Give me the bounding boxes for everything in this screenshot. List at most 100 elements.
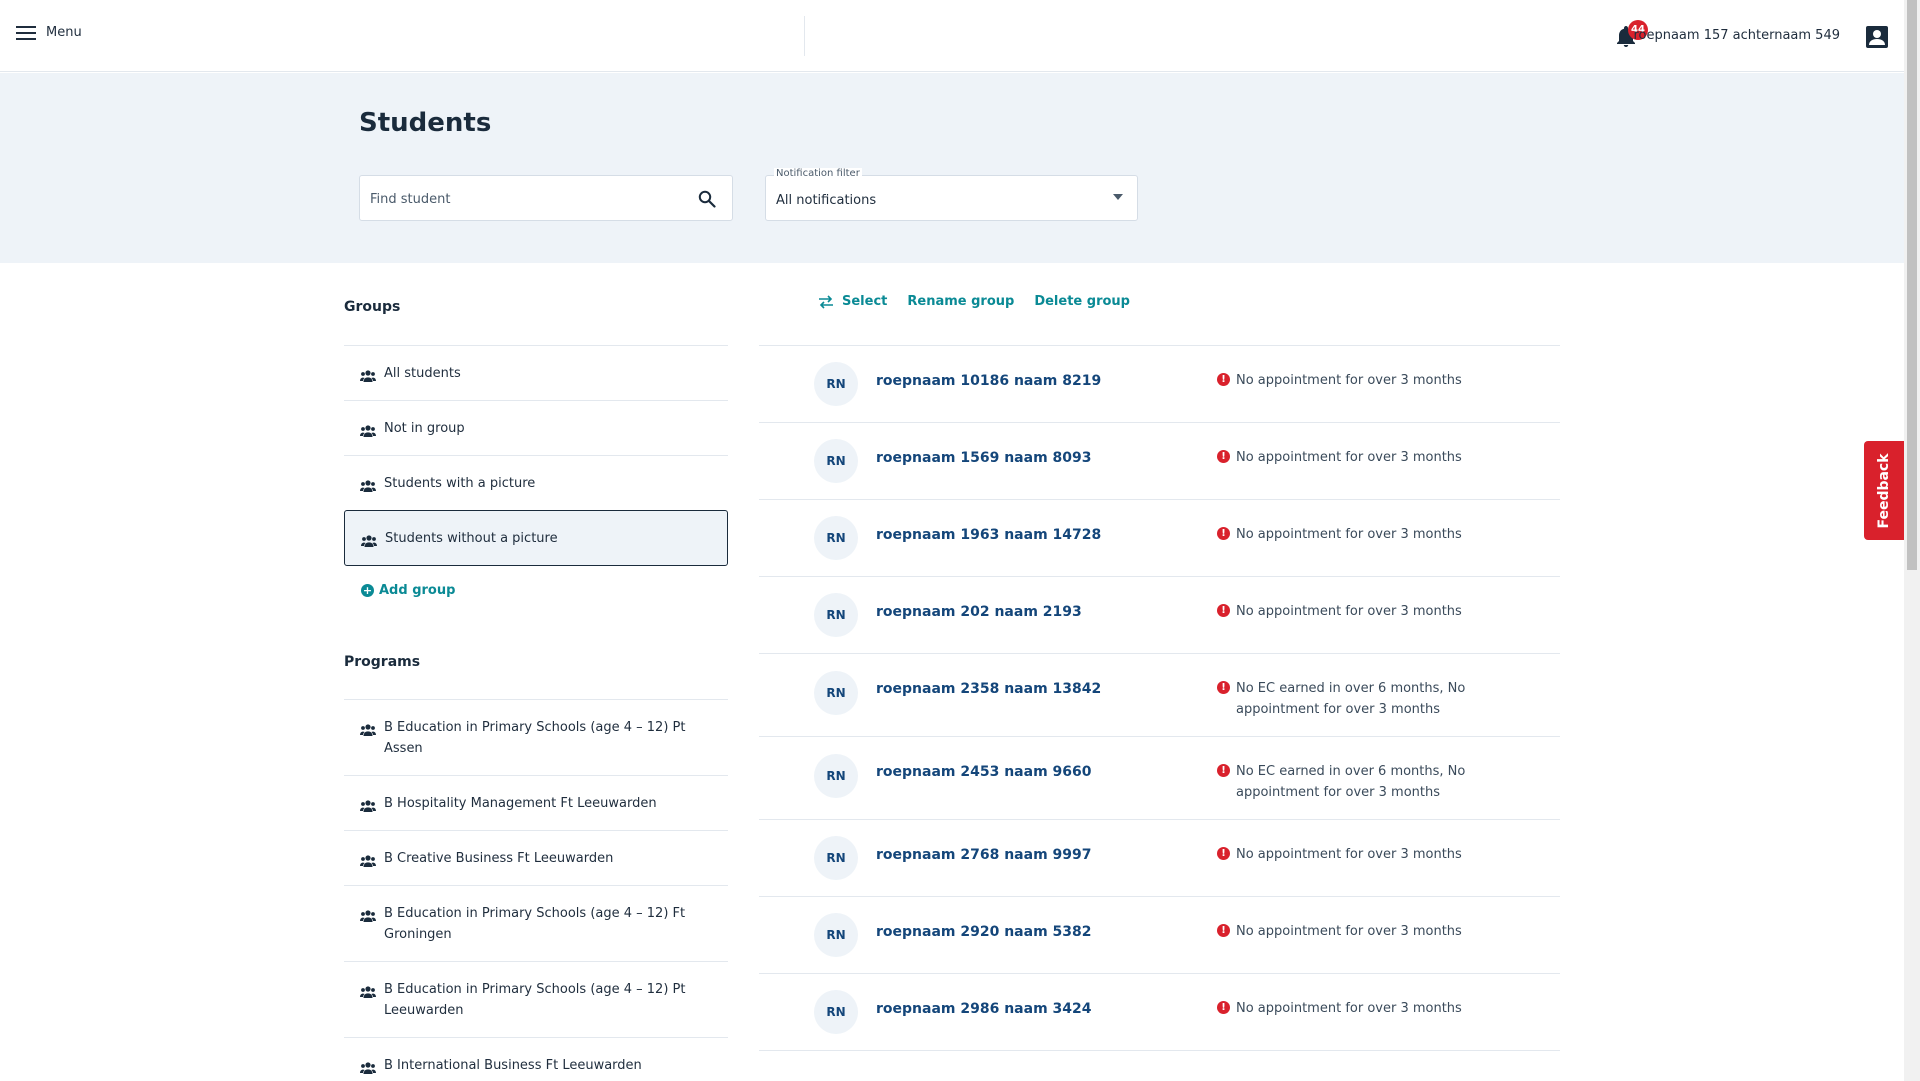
people-icon	[360, 1059, 376, 1074]
student-row[interactable]: RN roepnaam 1963 naam 14728 ! No appointmen…	[759, 500, 1560, 577]
exclamation-circle-icon: !	[1217, 527, 1230, 540]
student-alert: ! No appointment for over 3 months	[1217, 998, 1477, 1019]
avatar: RN	[814, 671, 858, 715]
group-item-label: Not in group	[384, 420, 465, 436]
student-list: RN roepnaam 10186 naam 8219! No appointmen…	[759, 345, 1560, 1051]
program-item[interactable]: B Education in Primary Schools (age 4 – …	[344, 885, 728, 961]
exclamation-circle-icon: !	[1217, 681, 1230, 694]
top-divider	[804, 16, 805, 56]
notification-filter-label: Notification filter	[774, 168, 862, 179]
student-name-link[interactable]: roepnaam 1569 naam 8093	[876, 450, 1092, 466]
feedback-tab[interactable]: Feedback	[1864, 441, 1904, 540]
search-icon[interactable]	[698, 190, 716, 208]
programs-title: Programs	[344, 654, 421, 670]
student-alert: ! No EC earned in over 6 months, No appoi…	[1217, 761, 1477, 803]
people-icon	[360, 907, 376, 922]
group-actions: Select Rename group Delete group	[818, 294, 1150, 309]
student-name-link[interactable]: roepnaam 2453 naam 9660	[876, 764, 1092, 780]
avatar: RN	[814, 836, 858, 880]
student-row[interactable]: RN roepnaam 2920 naam 5382! No appointment…	[759, 897, 1560, 974]
group-item[interactable]: All students	[344, 345, 728, 400]
group-item[interactable]: Not in group	[344, 400, 728, 455]
program-item-label: B Education in Primary Schools (age 4 – …	[384, 906, 686, 942]
student-name-link[interactable]: roepnaam 2768 naam 9997	[876, 847, 1092, 863]
page-scrollbar[interactable]	[1904, 0, 1920, 1081]
group-item-label: Students with a picture	[384, 475, 536, 491]
program-item-label: B International Business Ft Leeuwarden	[384, 1058, 642, 1073]
program-item[interactable]: B Creative Business Ft Leeuwarden	[344, 830, 728, 885]
avatar: RN	[814, 516, 858, 560]
people-icon	[360, 852, 376, 867]
notification-filter-select[interactable]: Notification filter All notifications	[765, 168, 1138, 221]
student-alert-text: No EC earned in over 6 months, No appoin…	[1236, 764, 1466, 800]
student-name-link[interactable]: roepnaam 1963 naam 14728	[876, 527, 1101, 543]
delete-group-button[interactable]: Delete group	[1034, 294, 1130, 309]
avatar: RN	[814, 913, 858, 957]
select-button[interactable]: Select	[818, 294, 887, 309]
people-icon	[360, 797, 376, 812]
student-row[interactable]: RN roepnaam 10186 naam 8219! No appointmen…	[759, 346, 1560, 423]
user-icon[interactable]	[1866, 26, 1888, 48]
student-name-link[interactable]: roepnaam 10186 naam 8219	[876, 373, 1101, 389]
group-item[interactable]: Students without a picture	[344, 510, 728, 566]
student-name-link[interactable]: roepnaam 2986 naam 3424	[876, 1001, 1092, 1017]
student-alert-text: No EC earned in over 6 months, No appoin…	[1236, 681, 1466, 717]
search-field[interactable]	[359, 175, 733, 221]
people-icon	[360, 477, 376, 492]
student-name-link[interactable]: roepnaam 202 naam 2193	[876, 604, 1082, 620]
student-alert: ! No appointment for over 3 months	[1217, 447, 1477, 468]
program-item-label: B Creative Business Ft Leeuwarden	[384, 851, 614, 866]
program-item[interactable]: B Education in Primary Schools (age 4 – …	[344, 699, 728, 775]
student-row[interactable]: RN roepnaam 2453 naam 9660! No EC earned i…	[759, 737, 1560, 820]
student-row[interactable]: RN roepnaam 202 naam 2193! No appointment …	[759, 577, 1560, 654]
avatar: RN	[814, 362, 858, 406]
page-header	[0, 73, 1904, 263]
exclamation-circle-icon: !	[1217, 604, 1230, 617]
exclamation-circle-icon: !	[1217, 373, 1230, 386]
student-alert: ! No appointment for over 3 months	[1217, 524, 1477, 545]
exclamation-circle-icon: !	[1217, 924, 1230, 937]
people-icon	[360, 721, 376, 736]
student-row[interactable]: RN roepnaam 1569 naam 8093! No appointment…	[759, 423, 1560, 500]
exclamation-circle-icon: !	[1217, 847, 1230, 860]
menu-label: Menu	[46, 25, 82, 40]
student-row[interactable]: RN roepnaam 2358 naam 13842! No EC earned …	[759, 654, 1560, 737]
program-item[interactable]: B Education in Primary Schools (age 4 – …	[344, 961, 728, 1037]
avatar: RN	[814, 593, 858, 637]
hamburger-icon	[16, 25, 36, 40]
people-icon	[361, 532, 377, 547]
student-alert-text: No appointment for over 3 months	[1236, 924, 1462, 939]
student-row[interactable]: RN roepnaam 2768 naam 9997! No appointment…	[759, 820, 1560, 897]
add-group-button[interactable]: + Add group	[361, 583, 455, 598]
avatar: RN	[814, 990, 858, 1034]
group-item-label: All students	[384, 365, 461, 381]
student-alert-text: No appointment for over 3 months	[1236, 847, 1462, 862]
student-alert-text: No appointment for over 3 months	[1236, 450, 1462, 465]
program-item[interactable]: B International Business Ft Leeuwarden	[344, 1037, 728, 1081]
student-alert: ! No appointment for over 3 months	[1217, 844, 1477, 865]
rename-group-button[interactable]: Rename group	[907, 294, 1014, 309]
student-alert-text: No appointment for over 3 months	[1236, 604, 1462, 619]
group-item[interactable]: Students with a picture	[344, 455, 728, 510]
program-item-label: B Education in Primary Schools (age 4 – …	[384, 982, 686, 1018]
student-alert: ! No appointment for over 3 months	[1217, 601, 1477, 622]
people-icon	[360, 983, 376, 998]
page-title: Students	[359, 108, 492, 138]
groups-title: Groups	[344, 299, 401, 315]
student-name-link[interactable]: roepnaam 2920 naam 5382	[876, 924, 1092, 940]
select-label: Select	[842, 294, 888, 309]
feedback-label: Feedback	[1876, 452, 1892, 529]
plus-circle-icon: +	[361, 584, 374, 597]
swap-arrows-icon	[819, 294, 833, 309]
top-bar: Menu 44 roepnaam 157 achternaam 549	[0, 0, 1904, 72]
search-input[interactable]	[370, 188, 690, 210]
chevron-down-icon	[1113, 194, 1123, 200]
scrollbar-thumb[interactable]	[1907, 0, 1917, 570]
student-alert-text: No appointment for over 3 months	[1236, 373, 1462, 388]
user-name[interactable]: roepnaam 157 achternaam 549	[1633, 28, 1840, 43]
student-name-link[interactable]: roepnaam 2358 naam 13842	[876, 681, 1101, 697]
student-alert: ! No appointment for over 3 months	[1217, 370, 1477, 391]
menu-button[interactable]: Menu	[16, 25, 82, 40]
program-item[interactable]: B Hospitality Management Ft Leeuwarden	[344, 775, 728, 830]
student-row[interactable]: RN roepnaam 2986 naam 3424 ! No appointment…	[759, 974, 1560, 1051]
